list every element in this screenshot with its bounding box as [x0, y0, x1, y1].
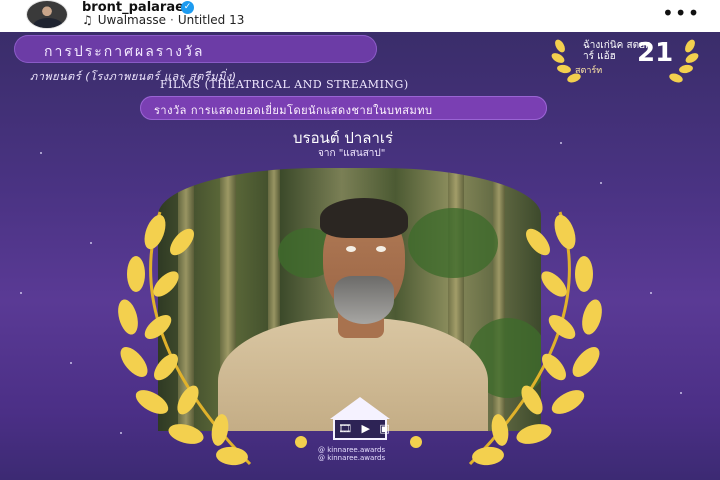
gold-dot: [410, 436, 422, 448]
music-note-icon: ♫: [82, 13, 93, 27]
festival-logo-subtext: สตาร์ท: [575, 66, 603, 76]
category-english: FILMS (THEATRICAL AND STREAMING): [160, 78, 409, 91]
left-laurel-wreath: [118, 211, 252, 466]
hair: [320, 198, 408, 238]
award-subcategory-text: รางวัล การแสดงยอดเยี่ยมโดยนักแสดงชายในบท…: [154, 104, 433, 117]
audio-title[interactable]: Untitled 13: [178, 13, 245, 27]
more-horizontal-icon[interactable]: •••: [662, 3, 700, 23]
gold-dot: [295, 436, 307, 448]
beard: [334, 276, 394, 324]
social-handles: @ kinnaree.awards @ kinnaree.awards: [318, 446, 385, 462]
eye: [346, 246, 356, 252]
winner-film: จาก "แสนสาป": [318, 148, 386, 159]
avatar[interactable]: [26, 0, 68, 29]
right-laurel-wreath: [468, 211, 602, 466]
avatar-figure: [33, 18, 63, 28]
audio-line[interactable]: ♫ Uwalmasse · Untitled 13: [82, 13, 244, 27]
eye: [376, 246, 386, 252]
separator-dot: ·: [169, 13, 174, 27]
award-subcategory-banner: รางวัล การแสดงยอดเยี่ยมโดยนักแสดงชายในบท…: [140, 96, 547, 120]
announcement-banner: การประกาศผลรางวัล: [14, 35, 377, 63]
announcement-text: การประกาศผลรางวัล: [44, 44, 205, 60]
film-reel-icon: 🎞 ▶ ▣: [338, 422, 393, 435]
festival-edition-number: 21: [637, 38, 674, 68]
social-handle-1: @ kinnaree.awards: [318, 446, 386, 454]
social-handle-2: @ kinnaree.awards: [318, 454, 386, 462]
award-poster-image[interactable]: การประกาศผลรางวัล ภาพยนตร์ (โรงภาพยนตร์ …: [0, 32, 720, 480]
audio-artist[interactable]: Uwalmasse: [98, 13, 166, 27]
post-header: bront_palarae ✓ ♫ Uwalmasse · Untitled 13 •…: [0, 0, 720, 32]
house-logo-roof: [330, 397, 390, 419]
